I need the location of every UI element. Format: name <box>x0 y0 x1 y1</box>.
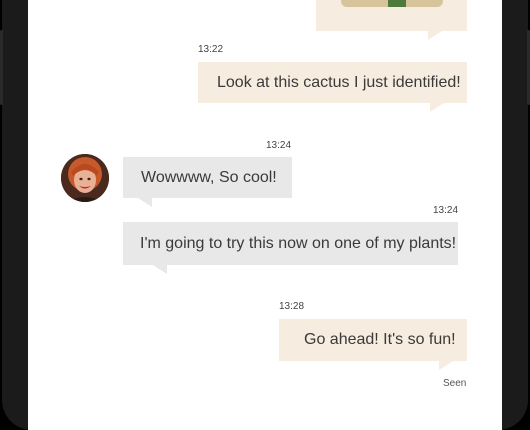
message-bubble-outgoing[interactable]: Go ahead! It's so fun! <box>279 319 467 361</box>
message-text: I'm going to try this now on one of my p… <box>140 234 457 252</box>
message-bubble-outgoing[interactable]: Look at this cactus I just identified! <box>198 62 467 103</box>
seen-status: Seen <box>443 378 467 389</box>
message-text: Go ahead! It's so fun! <box>304 331 456 348</box>
chat-screen[interactable]: 13:22 Look at this cactus I just identif… <box>28 0 502 430</box>
avatar-portrait <box>61 154 109 202</box>
message-tail <box>153 265 167 274</box>
message-text: Wowwww, So cool! <box>141 168 277 186</box>
image-message-tail <box>428 31 442 40</box>
message-timestamp: 13:24 <box>433 205 459 216</box>
image-message-bubble[interactable] <box>316 0 467 31</box>
message-text: Look at this cactus I just identified! <box>217 73 461 91</box>
cactus-stem <box>388 0 406 7</box>
side-button-left <box>0 30 3 105</box>
contact-avatar[interactable] <box>61 154 109 202</box>
message-timestamp: 13:24 <box>266 140 292 151</box>
message-tail <box>430 103 444 112</box>
message-bubble-incoming[interactable]: I'm going to try this now on one of my p… <box>123 222 458 265</box>
message-timestamp: 13:28 <box>279 301 305 312</box>
message-bubble-incoming[interactable]: Wowwww, So cool! <box>123 157 292 198</box>
phone-frame: 13:22 Look at this cactus I just identif… <box>0 0 530 430</box>
message-tail <box>138 198 152 207</box>
cactus-image[interactable] <box>341 0 443 7</box>
message-tail <box>439 361 453 370</box>
message-timestamp: 13:22 <box>198 44 224 55</box>
